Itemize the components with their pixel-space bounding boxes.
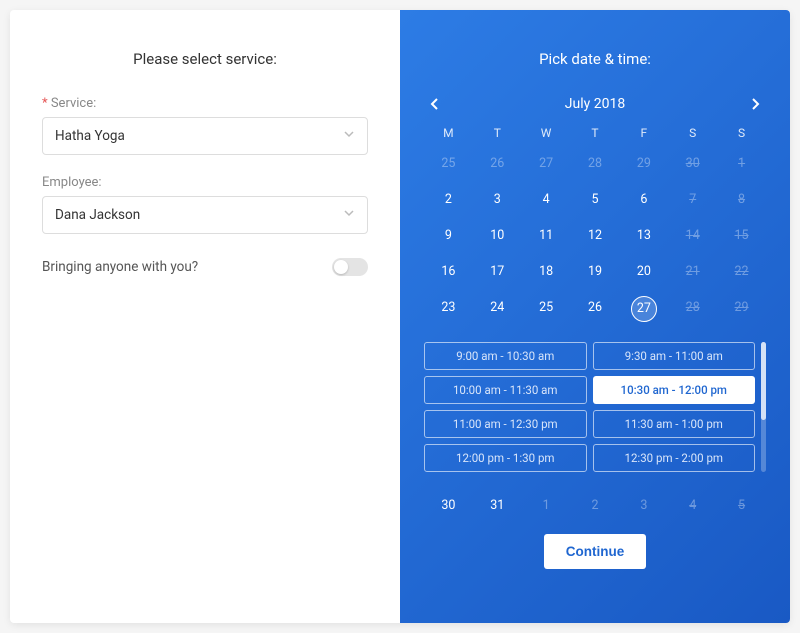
time-slot[interactable]: 11:30 am - 1:00 pm	[593, 410, 756, 438]
calendar-month-label: July 2018	[565, 96, 625, 112]
datetime-panel-title: Pick date & time:	[424, 50, 766, 68]
calendar-day: 29	[619, 152, 668, 176]
calendar-day: 3	[619, 494, 668, 518]
service-field: Service: Hatha Yoga	[42, 96, 368, 155]
calendar-day[interactable]: 19	[571, 260, 620, 284]
time-slot[interactable]: 12:00 pm - 1:30 pm	[424, 444, 587, 472]
calendar-day: 26	[473, 152, 522, 176]
chevron-down-icon	[343, 128, 355, 144]
calendar-day[interactable]: 2	[424, 188, 473, 212]
calendar-day[interactable]: 11	[522, 224, 571, 248]
calendar-day: 7	[668, 188, 717, 212]
calendar-day: 22	[717, 260, 766, 284]
calendar-day[interactable]: 31	[473, 494, 522, 518]
employee-select[interactable]: Dana Jackson	[42, 196, 368, 234]
calendar-day[interactable]: 17	[473, 260, 522, 284]
calendar-day: 28	[571, 152, 620, 176]
calendar-day: 1	[522, 494, 571, 518]
calendar-day: 28	[668, 296, 717, 320]
time-slots: 9:00 am - 10:30 am9:30 am - 11:00 am10:0…	[424, 342, 766, 472]
calendar-day[interactable]: 18	[522, 260, 571, 284]
calendar-day[interactable]: 16	[424, 260, 473, 284]
booking-card: Please select service: Service: Hatha Yo…	[10, 10, 790, 623]
bringing-label: Bringing anyone with you?	[42, 259, 198, 275]
calendar-day[interactable]: 23	[424, 296, 473, 320]
time-slot[interactable]: 10:00 am - 11:30 am	[424, 376, 587, 404]
calendar-day[interactable]: 9	[424, 224, 473, 248]
continue-button[interactable]: Continue	[544, 534, 647, 569]
calendar-day[interactable]: 3	[473, 188, 522, 212]
calendar-day[interactable]: 25	[522, 296, 571, 320]
calendar-day[interactable]: 30	[424, 494, 473, 518]
time-slot[interactable]: 10:30 am - 12:00 pm	[593, 376, 756, 404]
calendar-day[interactable]: 20	[619, 260, 668, 284]
calendar-dow: T	[571, 126, 620, 140]
calendar-dow: M	[424, 126, 473, 140]
calendar-day: 27	[522, 152, 571, 176]
calendar-dow: F	[619, 126, 668, 140]
calendar-day[interactable]: 26	[571, 296, 620, 320]
bringing-toggle[interactable]	[332, 258, 368, 276]
calendar-day[interactable]: 6	[619, 188, 668, 212]
prev-month-button[interactable]	[430, 97, 440, 111]
chevron-down-icon	[343, 207, 355, 223]
next-month-button[interactable]	[750, 97, 760, 111]
service-label: Service:	[42, 96, 368, 111]
calendar-day: 2	[571, 494, 620, 518]
calendar-header: July 2018	[424, 96, 766, 112]
employee-label: Employee:	[42, 175, 368, 190]
calendar-day: 25	[424, 152, 473, 176]
time-slots-scrollbar[interactable]	[761, 342, 766, 472]
calendar-day: 29	[717, 296, 766, 320]
calendar-day: 14	[668, 224, 717, 248]
time-slot[interactable]: 9:30 am - 11:00 am	[593, 342, 756, 370]
calendar-day[interactable]: 27	[619, 296, 668, 320]
calendar-dow: W	[522, 126, 571, 140]
calendar-day[interactable]: 10	[473, 224, 522, 248]
calendar-day: 4	[668, 494, 717, 518]
calendar-day[interactable]: 5	[571, 188, 620, 212]
calendar-day[interactable]: 13	[619, 224, 668, 248]
calendar-dow: S	[717, 126, 766, 140]
calendar-day[interactable]: 12	[571, 224, 620, 248]
time-slot[interactable]: 11:00 am - 12:30 pm	[424, 410, 587, 438]
calendar-day[interactable]: 4	[522, 188, 571, 212]
calendar-day: 21	[668, 260, 717, 284]
service-select[interactable]: Hatha Yoga	[42, 117, 368, 155]
service-panel: Please select service: Service: Hatha Yo…	[10, 10, 400, 623]
calendar-day: 30	[668, 152, 717, 176]
calendar-grid: MTWTFSS252627282930123456789101112131415…	[424, 126, 766, 518]
time-slot[interactable]: 9:00 am - 10:30 am	[424, 342, 587, 370]
calendar-day: 8	[717, 188, 766, 212]
calendar-day[interactable]: 24	[473, 296, 522, 320]
calendar-day: 15	[717, 224, 766, 248]
employee-field: Employee: Dana Jackson	[42, 175, 368, 234]
service-panel-title: Please select service:	[42, 50, 368, 68]
time-slot[interactable]: 12:30 pm - 2:00 pm	[593, 444, 756, 472]
calendar-day: 1	[717, 152, 766, 176]
calendar-dow: S	[668, 126, 717, 140]
employee-select-value: Dana Jackson	[55, 207, 140, 223]
calendar-dow: T	[473, 126, 522, 140]
service-select-value: Hatha Yoga	[55, 128, 125, 144]
calendar-day: 5	[717, 494, 766, 518]
bringing-row: Bringing anyone with you?	[42, 258, 368, 276]
datetime-panel: Pick date & time: July 2018 MTWTFSS25262…	[400, 10, 790, 623]
